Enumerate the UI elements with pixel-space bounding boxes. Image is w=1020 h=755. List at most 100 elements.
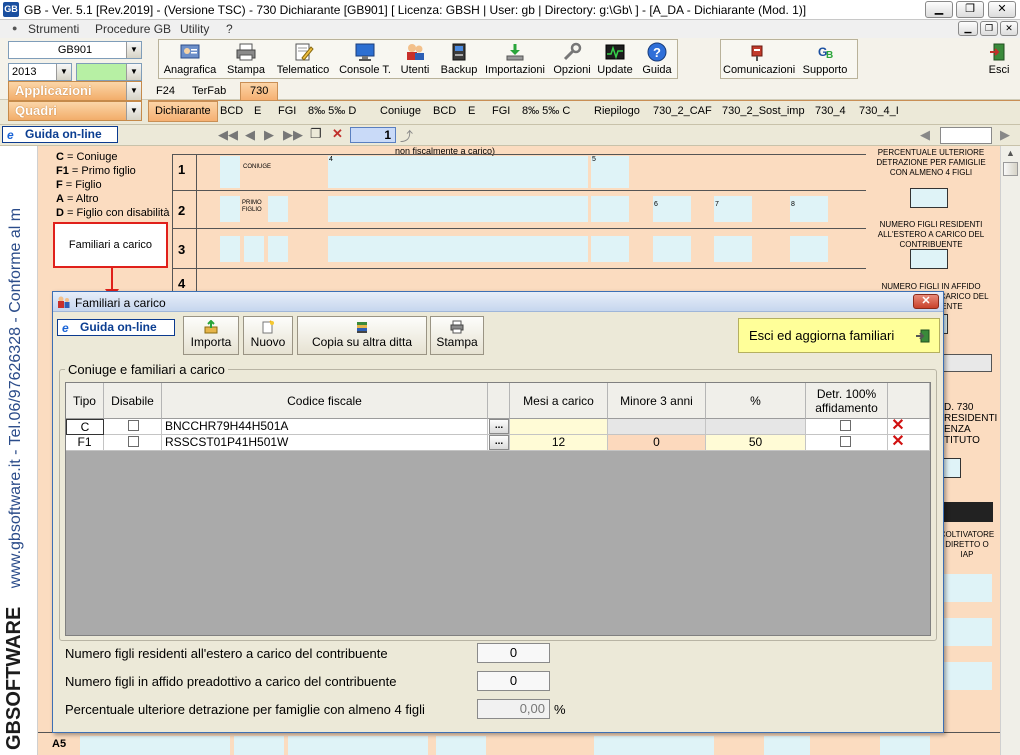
guida-button[interactable]: ? Guida [638,40,676,78]
form-cell[interactable] [591,236,629,262]
form-cell[interactable] [764,736,810,755]
tab-riepilogo[interactable]: Riepilogo [594,105,640,117]
quadri-select[interactable]: Quadri ▼ [8,101,142,121]
form-cell[interactable] [288,736,428,755]
tab-730-2-sost-imp[interactable]: 730_2_Sost_imp [722,105,805,117]
vertical-scrollbar[interactable]: ▲ [1000,146,1020,755]
form-cell[interactable] [436,736,486,755]
tab-fgi[interactable]: FGI [278,105,296,117]
table-cell-codice-fiscale[interactable]: RSSCST01P41H501W [162,435,488,451]
next-page-icon[interactable]: ▶ [264,127,274,143]
update-button[interactable]: Update [596,40,634,78]
delete-row-icon[interactable]: ✕ [889,435,907,450]
form-cell[interactable] [653,236,691,262]
lookup-button[interactable]: ... [489,419,509,434]
table-cell-disabile[interactable] [104,419,162,435]
page-number-field[interactable]: 1 [350,127,396,143]
form-cell[interactable] [944,618,992,646]
scrollbar-thumb[interactable] [1003,162,1018,176]
table-cell-delete[interactable]: ✕ [888,419,930,435]
importa-button[interactable]: Importa [183,316,239,355]
tab-e[interactable]: E [254,105,261,117]
form-cell[interactable] [880,736,930,755]
esci-button[interactable]: Esci [983,40,1015,78]
tab-f24[interactable]: F24 [156,85,175,97]
form-cell[interactable] [220,236,240,262]
form-cell[interactable] [714,196,752,222]
scroll-right-icon[interactable]: ▶ [1000,127,1010,143]
col-header-minore[interactable]: Minore 3 anni [608,383,706,419]
form-cell[interactable] [80,736,230,755]
familiari-a-carico-button[interactable]: Familiari a carico [53,222,168,268]
tab-fgi-coniuge[interactable]: FGI [492,105,510,117]
last-page-icon[interactable]: ▶▶ [283,127,303,143]
table-cell-minore[interactable] [608,419,706,435]
affidamento-checkbox[interactable] [840,420,851,431]
restore-button[interactable]: ❐ [956,1,984,18]
perc-field[interactable] [910,188,948,208]
mdi-close-button[interactable]: ✕ [1000,21,1018,36]
tab-8-5-c[interactable]: 8‰ 5‰ C [522,105,570,117]
form-cell[interactable] [591,196,629,222]
tab-bcd[interactable]: BCD [220,105,243,117]
numero-estero-field[interactable] [910,249,948,269]
col-header-perc[interactable]: % [706,383,806,419]
field-estero[interactable]: 0 [477,643,550,663]
telematico-button[interactable]: Telematico [272,40,334,78]
form-cell[interactable] [944,574,992,602]
anagrafica-button[interactable]: Anagrafica [160,40,220,78]
field-affido[interactable]: 0 [477,671,550,691]
form-cell[interactable] [714,236,752,262]
delete-row-icon[interactable]: ✕ [889,419,907,434]
mdi-restore-button[interactable]: ❐ [980,21,998,36]
stampa-button[interactable]: Stampa [224,40,268,78]
console-button[interactable]: Console T. [336,40,394,78]
menu-utility[interactable]: Utility [180,22,209,36]
form-cell[interactable] [268,196,288,222]
dialog-close-button[interactable]: ✕ [913,294,939,309]
form-cell[interactable] [220,196,240,222]
table-cell-lookup[interactable]: ... [488,435,510,451]
table-cell-perc[interactable] [706,419,806,435]
status-field[interactable]: ▼ [76,63,142,81]
tab-coniuge[interactable]: Coniuge [380,105,421,117]
form-cell[interactable] [591,156,629,188]
first-page-icon[interactable]: ◀◀ [218,127,238,143]
table-cell-minore[interactable]: 0 [608,435,706,451]
year-select[interactable]: 2013 ▼ [8,63,72,81]
close-button[interactable]: ✕ [988,1,1016,18]
previous-page-icon[interactable]: ◀ [245,127,255,143]
form-cell[interactable] [653,196,691,222]
delete-page-icon[interactable]: ✕ [332,126,343,142]
scroll-up-icon[interactable]: ▲ [1006,148,1015,158]
col-header-affidamento[interactable]: Detr. 100% affidamento [806,383,888,419]
scroll-left-icon[interactable]: ◀ [920,127,930,143]
tab-8-5-d[interactable]: 8‰ 5‰ D [308,105,356,117]
form-cell[interactable] [944,662,992,690]
opzioni-button[interactable]: Opzioni [550,40,594,78]
affidamento-checkbox[interactable] [840,436,851,447]
nuovo-button[interactable]: Nuovo [243,316,293,355]
table-cell-codice-fiscale[interactable]: BNCCHR79H44H501A [162,419,488,435]
form-cell[interactable] [943,458,961,478]
table-cell-disabile[interactable] [104,435,162,451]
field-percentuale[interactable]: 0,00 [477,699,550,719]
form-cell[interactable] [220,156,240,188]
col-header-disabile[interactable]: Disabile [104,383,162,419]
applicazioni-select[interactable]: Applicazioni ▼ [8,81,142,101]
form-cell[interactable] [328,156,588,188]
form-cell[interactable] [234,736,284,755]
backup-button[interactable]: Backup [438,40,480,78]
form-cell[interactable] [594,736,714,755]
comunicazioni-button[interactable]: Comunicazioni [722,40,795,78]
table-cell-tipo[interactable]: F1 [66,435,104,451]
tab-730-4-i[interactable]: 730_4_I [859,105,899,117]
dialog-guida-online-button[interactable]: e Guida on-line [57,319,175,336]
table-cell-mesi[interactable]: 12 [510,435,608,451]
form-cell[interactable] [790,196,828,222]
tab-dichiarante[interactable]: Dichiarante [148,101,218,122]
tab-e-coniuge[interactable]: E [468,105,475,117]
col-header-mesi[interactable]: Mesi a carico [510,383,608,419]
minimize-button[interactable]: ▁ [925,1,953,18]
disabile-checkbox[interactable] [128,436,139,447]
